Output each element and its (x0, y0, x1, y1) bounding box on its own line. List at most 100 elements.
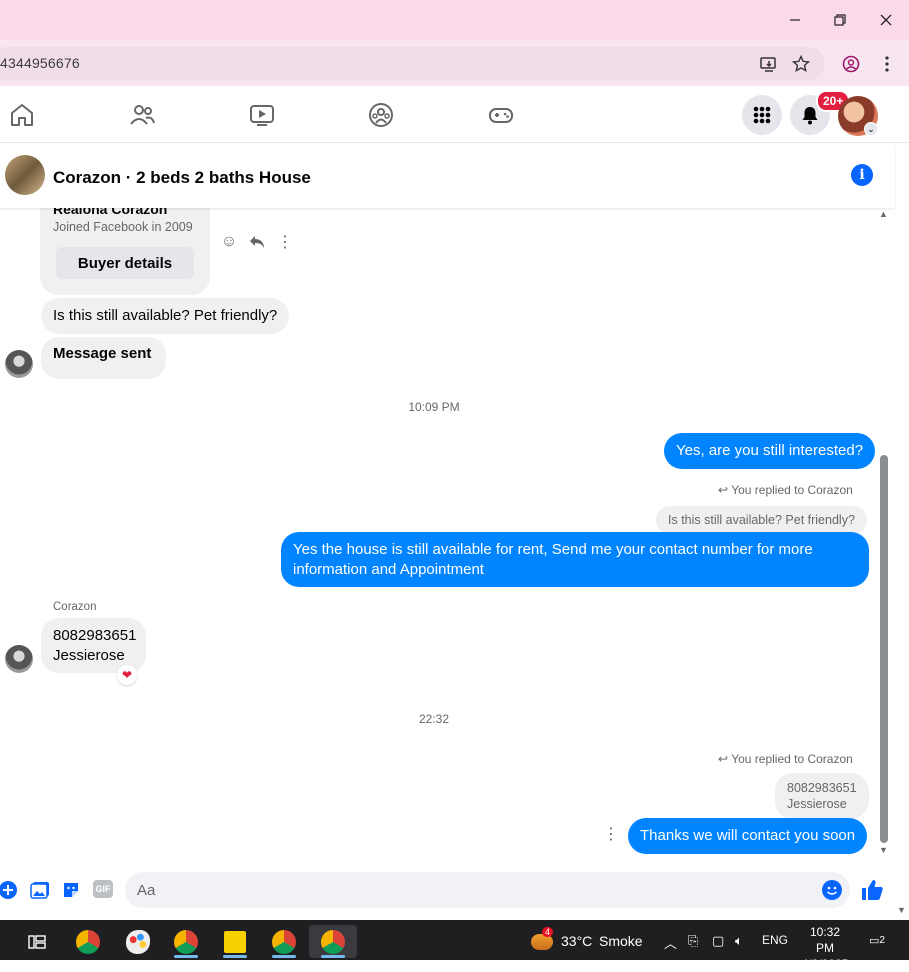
reply-preview[interactable]: Is this still available? Pet friendly? (656, 506, 867, 534)
chrome-active-app[interactable] (309, 925, 357, 958)
close-button[interactable] (871, 8, 901, 32)
network-icon[interactable]: ⎘ (688, 933, 698, 949)
clock[interactable]: 10:32 PM 4/8/2025 (800, 924, 850, 972)
message-line: 8082983651 (53, 627, 137, 644)
install-app-icon[interactable] (760, 55, 778, 73)
address-row: 4344956676 (0, 40, 909, 86)
message-incoming[interactable]: Message sent (41, 337, 167, 379)
running-indicator (223, 955, 247, 958)
message-input[interactable] (137, 880, 797, 900)
notification-count: 2 (879, 934, 885, 946)
scroll-down-icon[interactable]: ▼ (879, 845, 888, 855)
reply-icon: ↩ (718, 752, 729, 766)
address-bar[interactable]: 4344956676 (0, 47, 825, 80)
chat-header: Corazon · 2 beds 2 baths House i (0, 144, 895, 208)
chrome-profile-app[interactable] (166, 925, 206, 958)
paint-app[interactable] (118, 925, 158, 958)
groups-icon[interactable] (368, 102, 394, 128)
volume-icon[interactable]: 🔈︎ (735, 933, 743, 949)
browser-titlebar (0, 0, 909, 40)
reply-preview-line: Jessierose (787, 797, 847, 811)
running-indicator (174, 955, 198, 958)
composer (0, 868, 895, 912)
reply-icon: ↩ (718, 483, 729, 497)
weather-widget[interactable]: 4 (522, 925, 562, 958)
like-thumb-icon[interactable] (860, 878, 884, 902)
profile-icon[interactable] (842, 55, 860, 73)
menu-button[interactable] (742, 95, 782, 135)
running-indicator (272, 955, 296, 958)
scroll-up-icon[interactable]: ▲ (879, 209, 888, 219)
buyer-joined: Joined Facebook in 2009 (53, 220, 193, 234)
chrome-icon (321, 929, 345, 954)
buyer-card: Realona Corazon Joined Facebook in 2009 … (40, 195, 210, 295)
notification-icon: ▭ (869, 934, 880, 947)
minimize-icon (790, 19, 800, 21)
chevron-down-icon[interactable]: ⌄ (864, 122, 878, 136)
heart-reaction-icon[interactable]: ❤ (117, 665, 137, 685)
message-input-container (125, 872, 850, 908)
video-icon[interactable] (249, 102, 275, 128)
reply-preview-line: 8082983651 (787, 781, 857, 795)
photo-icon[interactable] (30, 880, 50, 900)
listing-thumbnail[interactable] (5, 155, 45, 195)
sticker-icon[interactable] (61, 880, 81, 900)
notification-center-button[interactable]: ▭ 2 (866, 930, 888, 950)
plus-icon[interactable] (0, 880, 18, 900)
timestamp: 10:09 PM (408, 400, 460, 414)
page-scroll-down-icon[interactable]: ▼ (897, 905, 906, 915)
minimize-button[interactable] (780, 8, 810, 32)
emoji-icon[interactable] (822, 880, 842, 900)
reply-preview[interactable]: 8082983651 Jessierose (775, 773, 869, 819)
chrome-app[interactable] (68, 925, 108, 958)
paint-palette-icon (126, 929, 150, 954)
chrome-icon (272, 929, 296, 954)
message-incoming[interactable]: Is this still available? Pet friendly? (41, 298, 290, 334)
meet-icon[interactable]: ▢ (712, 933, 724, 949)
info-icon[interactable]: i (851, 164, 873, 186)
weather-text[interactable]: Smoke (599, 933, 643, 949)
sender-avatar[interactable] (5, 350, 33, 378)
running-indicator (321, 955, 345, 958)
chrome-icon (174, 929, 198, 954)
sender-avatar[interactable] (5, 645, 33, 673)
clock-date: 4/8/2025 (801, 957, 849, 971)
chevron-up-icon[interactable]: ︿ (664, 933, 677, 952)
timestamp: 22:32 (418, 712, 450, 726)
home-icon[interactable] (9, 102, 35, 128)
weather-badge: 4 (542, 927, 554, 937)
scrollbar-thumb[interactable] (880, 455, 888, 843)
restore-icon (834, 14, 846, 26)
task-view-button[interactable] (17, 925, 57, 958)
message-outgoing[interactable]: Yes the house is still available for ren… (281, 532, 869, 587)
more-options-icon[interactable]: ⋮ (276, 233, 294, 251)
gaming-icon[interactable] (488, 102, 514, 128)
buyer-details-button[interactable]: Buyer details (56, 247, 194, 279)
replied-note: ↩ You replied to Corazon (718, 483, 853, 497)
windows-taskbar: 4 33°C Smoke ︿ ⎘ ▢ 🔈︎ ENG 10:32 PM 4/8/2… (0, 920, 909, 971)
grid-menu-icon (753, 106, 771, 124)
gif-button[interactable]: GIF (93, 880, 113, 898)
replied-note-text: You replied to Corazon (731, 483, 853, 497)
sticky-notes-app[interactable] (215, 925, 255, 958)
close-icon (880, 14, 892, 26)
maximize-button[interactable] (825, 8, 855, 32)
temperature[interactable]: 33°C (561, 933, 592, 949)
chat-title[interactable]: Corazon · 2 beds 2 baths House (53, 168, 311, 188)
chrome-profile-app[interactable] (264, 925, 304, 958)
menu-kebab-icon[interactable] (878, 55, 896, 73)
message-outgoing[interactable]: Thanks we will contact you soon (628, 818, 868, 854)
message-outgoing[interactable]: Yes, are you still interested? (664, 433, 876, 469)
task-view-icon (28, 934, 46, 949)
bookmark-star-icon[interactable] (792, 55, 810, 73)
reply-icon[interactable] (248, 233, 266, 251)
react-icon[interactable]: ☺ (220, 233, 238, 251)
more-options-icon[interactable]: ⋮ (603, 824, 619, 844)
language-indicator[interactable]: ENG (762, 933, 788, 947)
message-actions: ☺ ⋮ (220, 233, 294, 251)
replied-note-text: You replied to Corazon (731, 752, 853, 766)
url-text: 4344956676 (0, 55, 80, 71)
friends-icon[interactable] (129, 102, 155, 128)
replied-note: ↩ You replied to Corazon (718, 752, 853, 766)
sticky-notes-icon (224, 930, 246, 953)
